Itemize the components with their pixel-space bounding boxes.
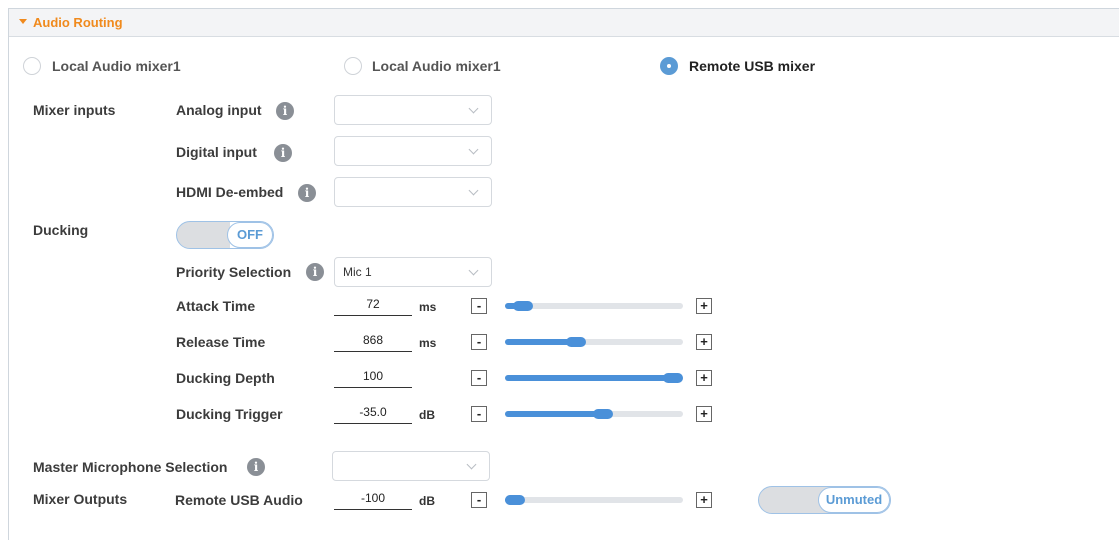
- decrement-button[interactable]: -: [471, 492, 487, 508]
- info-icon[interactable]: i: [274, 144, 292, 162]
- chevron-down-icon: [468, 103, 479, 114]
- radio-local-mixer-2[interactable]: [344, 57, 362, 75]
- slider-thumb[interactable]: [505, 495, 525, 505]
- increment-button[interactable]: +: [696, 334, 712, 350]
- ducking-trigger-slider[interactable]: [505, 409, 683, 419]
- ducking-label: Ducking: [33, 222, 89, 238]
- increment-button[interactable]: +: [696, 492, 712, 508]
- remote-usb-audio-field[interactable]: -100: [334, 491, 412, 510]
- master-mic-label: Master Microphone Selection: [33, 459, 228, 475]
- panel-title: Audio Routing: [33, 15, 123, 30]
- slider-thumb[interactable]: [566, 337, 587, 347]
- increment-button[interactable]: +: [696, 370, 712, 386]
- increment-button[interactable]: +: [696, 406, 712, 422]
- slider-fill: [505, 411, 603, 417]
- attack-time-label: Attack Time: [176, 298, 256, 314]
- digital-input-label: Digital input: [176, 144, 257, 160]
- chevron-down-icon: [466, 459, 477, 470]
- select-value: Mic 1: [343, 265, 372, 279]
- unit-label: ms: [419, 300, 437, 314]
- release-time-field[interactable]: 868: [334, 333, 412, 352]
- ducking-trigger-field[interactable]: -35.0: [334, 405, 412, 424]
- priority-selection-select[interactable]: Mic 1: [334, 257, 492, 287]
- ducking-depth-label: Ducking Depth: [176, 370, 275, 386]
- priority-selection-label: Priority Selection: [176, 264, 292, 280]
- radio-label: Local Audio mixer1: [52, 58, 181, 74]
- digital-input-select[interactable]: [334, 136, 492, 166]
- radio-label: Local Audio mixer1: [372, 58, 501, 74]
- mixer-inputs-label: Mixer inputs: [33, 102, 116, 118]
- ducking-depth-field[interactable]: 100: [334, 369, 412, 388]
- slider-thumb[interactable]: [592, 409, 613, 419]
- ducking-toggle[interactable]: OFF: [176, 221, 274, 249]
- slider-thumb[interactable]: [663, 373, 683, 383]
- analog-input-select[interactable]: [334, 95, 492, 125]
- mute-toggle-state: Unmuted: [818, 487, 890, 513]
- info-icon[interactable]: i: [306, 263, 324, 281]
- unit-label: dB: [419, 408, 435, 422]
- info-icon[interactable]: i: [276, 102, 294, 120]
- hdmi-de-embed-label: HDMI De-embed: [176, 184, 284, 200]
- ducking-trigger-label: Ducking Trigger: [176, 406, 283, 422]
- panel-header[interactable]: Audio Routing: [9, 9, 1119, 37]
- increment-button[interactable]: +: [696, 298, 712, 314]
- attack-time-slider[interactable]: [505, 301, 683, 311]
- caret-down-icon[interactable]: [19, 19, 27, 24]
- master-mic-select[interactable]: [332, 451, 490, 481]
- slider-thumb[interactable]: [512, 301, 533, 311]
- remote-usb-audio-label: Remote USB Audio: [175, 492, 303, 508]
- chevron-down-icon: [468, 144, 479, 155]
- info-icon[interactable]: i: [298, 184, 316, 202]
- unit-label: dB: [419, 494, 435, 508]
- ducking-depth-slider[interactable]: [505, 373, 683, 383]
- hdmi-de-embed-select[interactable]: [334, 177, 492, 207]
- radio-label: Remote USB mixer: [689, 58, 816, 74]
- radio-local-mixer-1[interactable]: [23, 57, 41, 75]
- remote-usb-audio-slider[interactable]: [505, 495, 683, 505]
- decrement-button[interactable]: -: [471, 334, 487, 350]
- release-time-label: Release Time: [176, 334, 266, 350]
- mixer-outputs-label: Mixer Outputs: [33, 491, 128, 507]
- ducking-toggle-state: OFF: [227, 222, 273, 248]
- radio-remote-usb-mixer[interactable]: [660, 57, 678, 75]
- chevron-down-icon: [468, 265, 479, 276]
- mute-toggle[interactable]: Unmuted: [758, 486, 891, 514]
- decrement-button[interactable]: -: [471, 298, 487, 314]
- unit-label: ms: [419, 336, 437, 350]
- info-icon[interactable]: i: [247, 458, 265, 476]
- slider-fill: [505, 375, 673, 381]
- decrement-button[interactable]: -: [471, 370, 487, 386]
- attack-time-field[interactable]: 72: [334, 297, 412, 316]
- analog-input-label: Analog input: [176, 102, 262, 118]
- decrement-button[interactable]: -: [471, 406, 487, 422]
- release-time-slider[interactable]: [505, 337, 683, 347]
- chevron-down-icon: [468, 185, 479, 196]
